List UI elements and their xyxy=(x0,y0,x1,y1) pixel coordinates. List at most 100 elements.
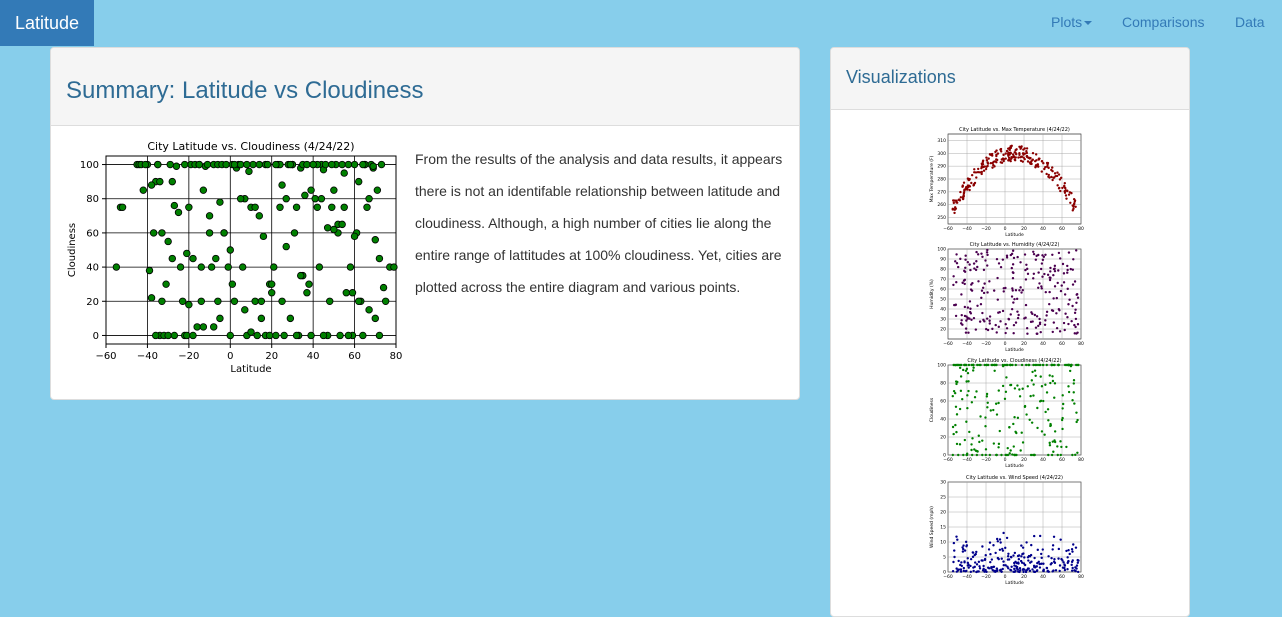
data-point xyxy=(342,289,350,297)
data-point xyxy=(263,160,272,169)
thumb-data-point xyxy=(991,327,994,331)
thumb-data-point xyxy=(1024,363,1028,367)
data-point xyxy=(257,314,266,323)
thumb-data-point xyxy=(986,264,989,267)
thumb-data-point xyxy=(1039,267,1043,271)
thumb-data-point xyxy=(1071,204,1074,207)
thumb-y-axis-label: Humidity (%) xyxy=(929,279,935,309)
data-point xyxy=(307,186,315,194)
thumb-data-point xyxy=(973,561,977,564)
data-point xyxy=(197,263,205,271)
thumb-data-point xyxy=(967,363,971,367)
thumb-data-point xyxy=(1055,296,1058,300)
visualizations-panel: Visualizations −60 −40 −20 0 20 40 60 80 250 260 2… xyxy=(830,47,1190,617)
thumb-data-point xyxy=(1044,319,1047,322)
data-point xyxy=(203,160,212,169)
thumb-cloudiness-chart[interactable]: −60 −40 −20 0 20 40 60 80020406080100City Latit… xyxy=(926,355,1086,470)
thumb-data-point xyxy=(1051,440,1055,443)
data-point xyxy=(371,236,379,244)
thumb-y-tick-label: 5 xyxy=(943,555,946,561)
thumb-data-point xyxy=(955,430,958,434)
thumb-y-tick-label: 0 xyxy=(943,453,946,459)
thumb-y-tick-label: 20 xyxy=(940,435,946,441)
thumb-data-point xyxy=(1053,363,1056,367)
thumb-data-point xyxy=(1061,407,1064,410)
thumb-data-point xyxy=(967,389,970,393)
thumb-data-point xyxy=(1051,253,1054,256)
thumb-data-point xyxy=(1033,566,1037,569)
y-tick-label: 20 xyxy=(86,297,99,308)
thumb-data-point xyxy=(973,565,976,569)
data-point xyxy=(268,280,276,288)
thumb-data-point xyxy=(1040,285,1043,288)
thumb-data-point xyxy=(1045,391,1049,394)
nav-plots-dropdown[interactable]: Plots xyxy=(1051,0,1093,46)
thumb-data-point xyxy=(966,306,970,309)
thumb-data-point xyxy=(1047,453,1050,457)
thumb-data-point xyxy=(1001,309,1005,313)
thumb-data-point xyxy=(1008,363,1012,367)
data-point xyxy=(305,280,313,288)
thumb-data-point xyxy=(954,260,957,263)
thumb-data-point xyxy=(1011,249,1015,252)
thumb-data-point xyxy=(964,331,968,334)
thumb-data-point xyxy=(1055,326,1059,330)
x-tick-label: −40 xyxy=(137,351,158,362)
brand-link[interactable]: Latitude xyxy=(0,0,94,46)
thumb-data-point xyxy=(1050,453,1054,457)
thumb-data-point xyxy=(1029,156,1032,160)
thumb-data-point xyxy=(1056,281,1059,285)
thumb-windspeed-chart[interactable]: −60 −40 −20 0 20 40 60 80051015202530City Latit… xyxy=(926,472,1086,587)
nav-data-link[interactable]: Data xyxy=(1235,0,1265,46)
thumb-data-point xyxy=(963,549,967,552)
data-point xyxy=(181,160,189,169)
data-point xyxy=(350,160,359,169)
thumb-data-point xyxy=(999,265,1003,269)
thumb-data-point xyxy=(1048,276,1051,279)
thumb-data-point xyxy=(1025,569,1028,572)
thumb-y-tick-label: 250 xyxy=(937,215,946,221)
thumb-data-point xyxy=(982,564,985,568)
thumb-data-point xyxy=(1022,570,1025,574)
thumb-data-point xyxy=(1006,555,1010,558)
thumb-x-tick-label: −60 xyxy=(943,341,953,347)
thumb-x-tick-label: 40 xyxy=(1040,457,1046,463)
thumb-data-point xyxy=(1035,332,1038,335)
navbar: Latitude Plots Comparisons Data xyxy=(0,0,1282,46)
data-point xyxy=(377,160,386,169)
thumb-data-point xyxy=(995,537,999,541)
thumb-data-point xyxy=(981,163,985,166)
nav-comparisons-link[interactable]: Comparisons xyxy=(1122,0,1204,46)
thumb-data-point xyxy=(1007,317,1010,321)
thumb-data-point xyxy=(1052,450,1055,453)
data-point xyxy=(230,297,239,305)
thumb-data-point xyxy=(995,153,998,157)
thumb-y-tick-label: 260 xyxy=(937,202,946,208)
thumb-data-point xyxy=(976,265,979,269)
thumb-data-point xyxy=(959,190,962,194)
thumb-data-point xyxy=(1015,561,1019,565)
thumb-data-point xyxy=(988,280,991,283)
data-point xyxy=(193,323,201,331)
thumb-data-point xyxy=(955,261,959,265)
data-point xyxy=(199,186,208,194)
thumb-data-point xyxy=(975,176,978,179)
thumb-data-point xyxy=(952,541,956,545)
thumb-data-point xyxy=(1038,534,1042,538)
thumb-data-point xyxy=(1038,322,1042,326)
thumb-data-point xyxy=(1034,166,1037,169)
thumb-data-point xyxy=(996,569,999,572)
thumb-data-point xyxy=(1015,148,1018,151)
thumb-x-tick-label: −40 xyxy=(962,457,972,463)
thumb-temperature-chart[interactable]: −60 −40 −20 0 20 40 60 80 250 260 270 280 290 300 310 C… xyxy=(926,124,1086,239)
thumb-data-point xyxy=(1041,275,1044,278)
thumb-data-point xyxy=(987,548,991,551)
data-point xyxy=(340,203,348,211)
thumb-data-point xyxy=(952,275,955,278)
thumb-data-point xyxy=(988,315,992,318)
data-point xyxy=(303,160,311,169)
thumb-data-point xyxy=(1025,413,1028,416)
thumb-humidity-chart[interactable]: −60 −40 −20 0 20 40 60 80 20 30 40 50 60 70 80 90 100 Cit… xyxy=(926,239,1086,354)
thumb-data-point xyxy=(1065,363,1069,367)
thumb-data-point xyxy=(1075,301,1078,304)
